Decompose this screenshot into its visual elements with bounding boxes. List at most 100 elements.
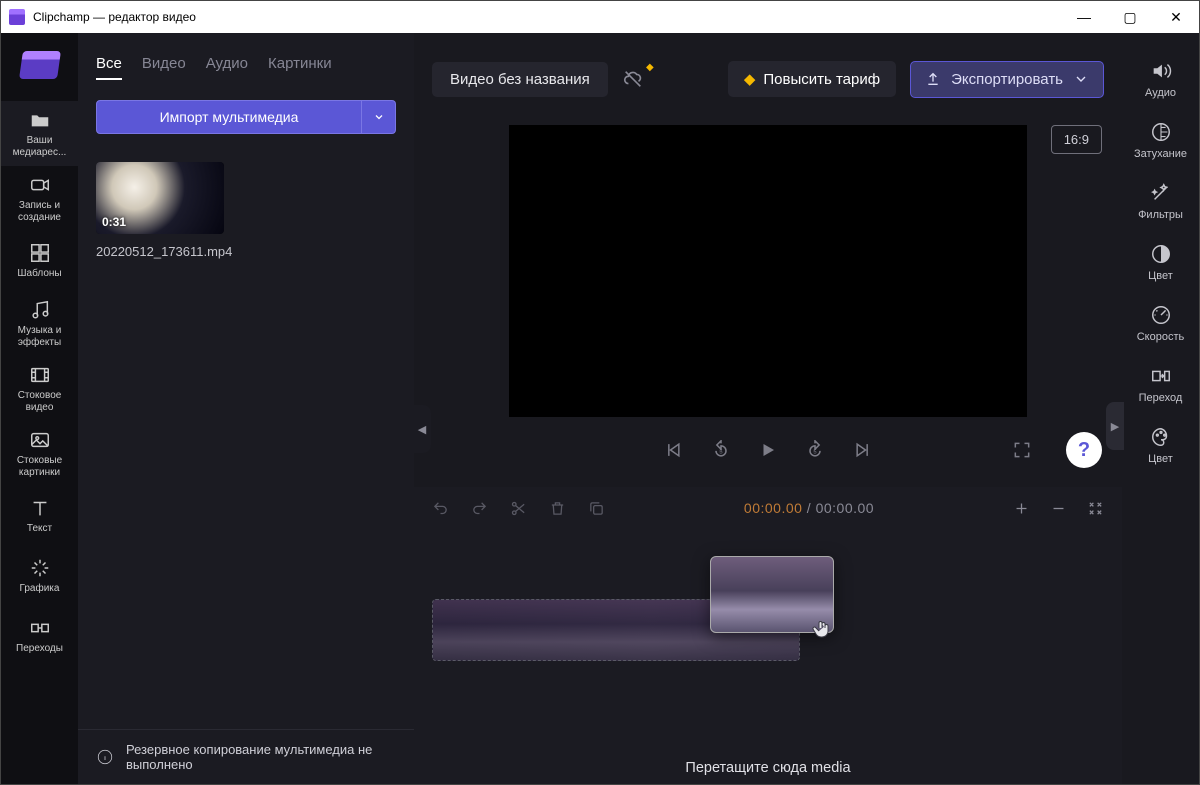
music-icon xyxy=(29,299,51,321)
sidebar-item-music[interactable]: Музыка и эффекты xyxy=(1,291,78,356)
right-item-filters[interactable]: Фильтры xyxy=(1122,171,1199,232)
right-item-color-2[interactable]: Цвет xyxy=(1122,415,1199,476)
right-item-audio[interactable]: Аудио xyxy=(1122,49,1199,110)
text-icon xyxy=(29,497,51,519)
skip-end-icon[interactable] xyxy=(853,440,873,460)
import-media-button[interactable]: Импорт мультимедиа xyxy=(96,100,362,134)
forward-5-icon[interactable]: 5 xyxy=(805,440,825,460)
upgrade-button[interactable]: ◆ Повысить тариф xyxy=(728,61,896,97)
image-icon xyxy=(29,429,51,451)
window-title: Clipchamp — редактор видео xyxy=(33,10,1061,24)
palette-icon xyxy=(1150,426,1172,448)
duplicate-icon[interactable] xyxy=(588,500,605,517)
sidebar-label: Стоковые картинки xyxy=(3,455,76,478)
drop-hint: Перетащите сюда media xyxy=(414,760,1122,776)
film-icon xyxy=(29,364,51,386)
sidebar-item-media[interactable]: Ваши медиарес... xyxy=(1,101,78,166)
tab-all[interactable]: Все xyxy=(96,55,122,80)
r-label: Фильтры xyxy=(1138,209,1183,221)
tab-audio[interactable]: Аудио xyxy=(206,55,248,80)
total-time: 00:00.00 xyxy=(816,500,875,516)
cloud-sync-button[interactable]: ◆ xyxy=(622,68,644,90)
close-button[interactable]: ✕ xyxy=(1153,1,1199,33)
add-track-icon[interactable] xyxy=(1013,500,1030,517)
sidebar-item-text[interactable]: Текст xyxy=(1,486,78,546)
aspect-ratio-button[interactable]: 16:9 xyxy=(1051,125,1102,154)
upgrade-label: Повысить тариф xyxy=(763,71,880,88)
sidebar-item-stock-video[interactable]: Стоковое видео xyxy=(1,356,78,421)
preview-area: 16:9 xyxy=(414,125,1122,417)
sidebar-label: Шаблоны xyxy=(17,268,61,280)
sidebar-label: Графика xyxy=(20,583,60,595)
right-sidebar: Аудио Затухание Фильтры Цвет Скорость Пе… xyxy=(1122,33,1199,784)
clip-thumbnail[interactable]: 0:31 xyxy=(96,162,224,234)
export-label: Экспортировать xyxy=(951,71,1063,88)
upload-icon xyxy=(925,71,941,87)
app-logo-icon xyxy=(19,51,61,79)
playback-controls: 5 5 ? xyxy=(414,425,1122,475)
clip-filename: 20220512_173611.mp4 xyxy=(96,244,396,259)
help-button[interactable]: ? xyxy=(1066,432,1102,468)
backup-message: Резервное копирование мультимедиа не вып… xyxy=(126,742,396,772)
right-item-speed[interactable]: Скорость xyxy=(1122,293,1199,354)
diamond-icon: ◆ xyxy=(744,70,756,88)
collapse-right-button[interactable]: ▶ xyxy=(1106,402,1124,450)
speaker-icon xyxy=(1150,60,1172,82)
undo-icon[interactable] xyxy=(432,500,449,517)
redo-icon[interactable] xyxy=(471,500,488,517)
svg-text:5: 5 xyxy=(813,449,816,455)
fullscreen-icon[interactable] xyxy=(1012,440,1032,460)
delete-icon[interactable] xyxy=(549,500,566,517)
sidebar-item-graphics[interactable]: Графика xyxy=(1,546,78,606)
video-preview[interactable] xyxy=(509,125,1027,417)
tab-video[interactable]: Видео xyxy=(142,55,186,80)
rewind-5-icon[interactable]: 5 xyxy=(711,440,731,460)
r-label: Цвет xyxy=(1148,270,1173,282)
timeline-tracks[interactable]: Перетащите сюда media xyxy=(414,529,1122,784)
media-panel: Все Видео Аудио Картинки Импорт мультиме… xyxy=(78,33,414,784)
right-item-fade[interactable]: Затухание xyxy=(1122,110,1199,171)
maximize-button[interactable]: ▢ xyxy=(1107,1,1153,33)
sidebar-item-stock-images[interactable]: Стоковые картинки xyxy=(1,421,78,486)
minimize-button[interactable]: — xyxy=(1061,1,1107,33)
sidebar-label: Ваши медиарес... xyxy=(3,135,76,158)
cloud-off-icon xyxy=(622,68,644,90)
contrast-icon xyxy=(1150,243,1172,265)
right-item-transition[interactable]: Переход xyxy=(1122,354,1199,415)
sidebar-label: Музыка и эффекты xyxy=(3,325,76,348)
wand-icon xyxy=(1150,182,1172,204)
templates-icon xyxy=(29,242,51,264)
r-label: Затухание xyxy=(1134,148,1187,160)
media-tabs: Все Видео Аудио Картинки xyxy=(96,55,396,80)
folder-icon xyxy=(29,109,51,131)
sidebar-item-transitions[interactable]: Переходы xyxy=(1,606,78,666)
sidebar-label: Стоковое видео xyxy=(3,390,76,413)
fade-icon xyxy=(1150,121,1172,143)
media-clip[interactable]: 0:31 20220512_173611.mp4 xyxy=(96,162,396,259)
clipchamp-logo-icon xyxy=(9,9,25,25)
export-button[interactable]: Экспортировать xyxy=(910,61,1104,98)
play-button[interactable] xyxy=(759,441,777,459)
chevron-down-icon xyxy=(373,111,385,123)
grab-cursor-icon xyxy=(810,617,834,641)
gauge-icon xyxy=(1150,304,1172,326)
split-icon[interactable] xyxy=(510,500,527,517)
chevron-down-icon xyxy=(1073,71,1089,87)
sidebar-item-record[interactable]: Запись и создание xyxy=(1,166,78,231)
left-sidebar: Ваши медиарес... Запись и создание Шабло… xyxy=(1,33,78,784)
project-title-input[interactable]: Видео без названия xyxy=(432,62,608,97)
fit-icon[interactable] xyxy=(1087,500,1104,517)
skip-start-icon[interactable] xyxy=(663,440,683,460)
main-area: ◀ Видео без названия ◆ ◆ Повысить тариф … xyxy=(414,33,1122,784)
tab-images[interactable]: Картинки xyxy=(268,55,332,80)
current-time: 00:00.00 xyxy=(744,500,803,516)
r-label: Аудио xyxy=(1145,87,1176,99)
zoom-out-icon[interactable] xyxy=(1050,500,1067,517)
backup-status: Резервное копирование мультимедиа не вып… xyxy=(78,729,414,784)
info-icon xyxy=(96,748,114,766)
sidebar-item-templates[interactable]: Шаблоны xyxy=(1,231,78,291)
transition-icon xyxy=(1150,365,1172,387)
right-item-color[interactable]: Цвет xyxy=(1122,232,1199,293)
import-media-dropdown[interactable] xyxy=(362,100,396,134)
titlebar: Clipchamp — редактор видео — ▢ ✕ xyxy=(1,1,1199,33)
